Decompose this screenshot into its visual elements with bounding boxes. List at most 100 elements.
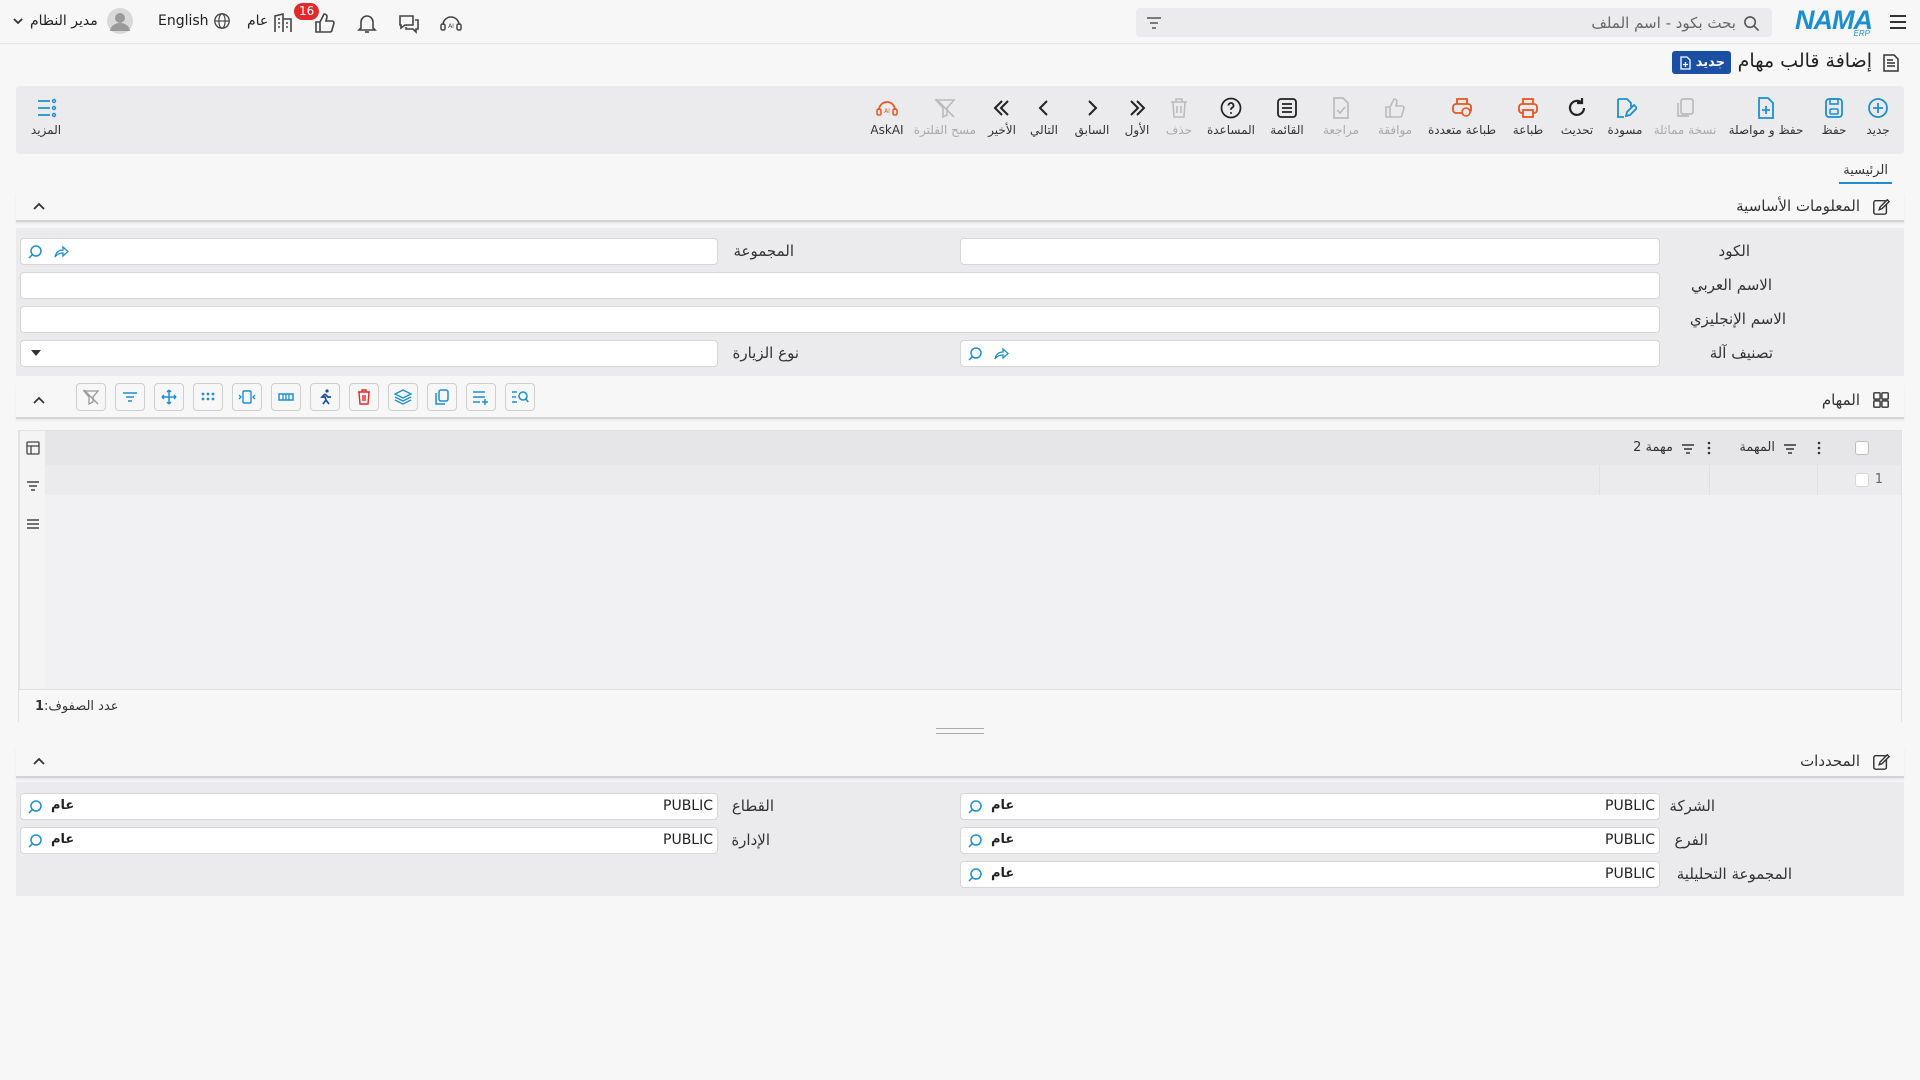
department-input[interactable]: PUBLIC عام (20, 827, 718, 854)
chevron-up-icon[interactable] (32, 394, 46, 408)
lookup-search-icon[interactable] (967, 867, 983, 883)
user-name[interactable]: مدير النظام (30, 13, 98, 29)
department-value: PUBLIC (663, 832, 713, 848)
help-button[interactable]: المساعدة (1202, 96, 1260, 137)
grid-clear-filter-button[interactable] (76, 383, 106, 411)
row-cell-spacer (1817, 465, 1837, 495)
dots-grid-icon (201, 392, 215, 401)
lookup-search-icon[interactable] (967, 346, 983, 362)
draft-button[interactable]: مسودة (1602, 96, 1648, 137)
row-cell-task-2[interactable] (1599, 465, 1709, 495)
open-link-icon[interactable] (993, 346, 1009, 362)
review-button[interactable]: مراجعة (1316, 96, 1366, 137)
lookup-search-icon[interactable] (27, 244, 43, 260)
askai-label: AskAI (870, 123, 904, 137)
company-label: الشركة (1669, 797, 1715, 815)
tab-main[interactable]: الرئيسية (1839, 163, 1892, 184)
analytic-group-input[interactable]: PUBLIC عام (960, 861, 1660, 888)
save-button[interactable]: حفظ (1814, 96, 1854, 137)
row-cell-task[interactable] (1709, 465, 1817, 495)
bell-icon[interactable] (355, 11, 379, 35)
chevron-up-icon[interactable] (32, 755, 46, 769)
grid-filter-button[interactable] (115, 383, 145, 411)
globe-icon[interactable] (207, 12, 231, 36)
ai-assistant-icon[interactable]: AI (439, 11, 463, 35)
table-row[interactable]: 1 (45, 465, 1901, 495)
machine-class-input[interactable] (960, 340, 1660, 367)
chevron-down-icon[interactable] (12, 15, 24, 27)
new-button[interactable]: جديد (1856, 96, 1900, 137)
arabic-name-input[interactable] (20, 272, 1660, 299)
askai-button[interactable]: AI AskAI (864, 96, 910, 137)
last-record-button[interactable]: الأخير (982, 96, 1022, 137)
column-menu-icon[interactable] (1707, 441, 1711, 455)
grid-search-button[interactable] (505, 383, 535, 411)
save-continue-button[interactable]: حفظ و مواصلة (1724, 96, 1808, 137)
logo[interactable]: NAMA ERP (1788, 5, 1873, 38)
grid-fit-button[interactable] (232, 383, 262, 411)
print-button[interactable]: طباعة (1506, 96, 1550, 137)
group-input[interactable] (20, 238, 718, 265)
branch-input[interactable]: PUBLIC عام (960, 827, 1660, 854)
basic-info-header[interactable]: المعلومات الأساسية (16, 192, 1904, 222)
dropdown-arrow-icon[interactable] (31, 350, 41, 358)
column-filter-icon[interactable] (1681, 443, 1695, 455)
list-button[interactable]: القائمة (1264, 96, 1310, 137)
duplicate-button[interactable]: نسخة مماثلة (1650, 96, 1720, 137)
grid-copy-button[interactable] (427, 383, 457, 411)
dimensions-header[interactable]: المحددات (16, 746, 1904, 778)
row-checkbox[interactable] (1855, 473, 1869, 487)
list-add-icon (473, 391, 488, 405)
refresh-button[interactable]: تحديث (1554, 96, 1600, 137)
next-record-button[interactable]: التالي (1024, 96, 1064, 137)
grid-dots-button[interactable] (193, 383, 223, 411)
lookup-search-icon[interactable] (27, 833, 43, 849)
column-header-task-2[interactable]: مهمة 2 (1633, 440, 1673, 455)
clear-filter-button[interactable]: مسح الفلترة (914, 96, 976, 137)
open-link-icon[interactable] (53, 244, 69, 260)
approve-button[interactable]: موافقة (1370, 96, 1420, 137)
company-name[interactable]: عام (247, 13, 268, 29)
previous-record-button[interactable]: السابق (1070, 96, 1114, 137)
chat-icon[interactable] (397, 11, 421, 35)
menu-icon[interactable] (1888, 12, 1908, 32)
chevron-up-icon[interactable] (32, 200, 46, 214)
resize-handle[interactable] (936, 728, 984, 734)
grid-layers-button[interactable] (388, 383, 418, 411)
avatar[interactable] (107, 8, 133, 34)
search-icon[interactable] (1743, 15, 1760, 32)
code-input[interactable] (960, 238, 1660, 265)
columns-icon[interactable] (26, 441, 40, 455)
grid-run-button[interactable] (310, 383, 340, 411)
grid-add-row-button[interactable] (466, 383, 496, 411)
grid-header: المهمة مهمة 2 (45, 431, 1901, 465)
company-input[interactable]: PUBLIC عام (960, 793, 1660, 820)
grid-table-button[interactable] (271, 383, 301, 411)
select-all-checkbox[interactable] (1855, 441, 1869, 455)
column-filter-icon[interactable] (1783, 443, 1797, 455)
more-button[interactable]: المزيد (26, 96, 66, 137)
menu-lines-icon[interactable] (26, 518, 40, 530)
more-list-icon (38, 98, 57, 118)
lookup-search-icon[interactable] (967, 833, 983, 849)
language-switch[interactable]: English (158, 13, 209, 29)
branch-value-name: عام (991, 832, 1015, 847)
company-icon[interactable] (271, 11, 295, 35)
lookup-search-icon[interactable] (967, 799, 983, 815)
english-name-input[interactable] (20, 306, 1660, 333)
sector-input[interactable]: PUBLIC عام (20, 793, 718, 820)
grid-move-button[interactable] (154, 383, 184, 411)
multi-print-button[interactable]: طباعة متعددة (1424, 96, 1500, 137)
filter-lines-icon[interactable] (26, 480, 40, 492)
first-record-button[interactable]: الأول (1118, 96, 1156, 137)
grid-delete-button[interactable] (349, 383, 379, 411)
logo-subtext: ERP (1853, 29, 1870, 38)
filter-lines-icon (123, 392, 137, 402)
delete-button[interactable]: حذف (1160, 96, 1198, 137)
filter-icon[interactable] (1146, 15, 1162, 31)
column-menu-icon[interactable] (1817, 441, 1821, 455)
visit-type-select[interactable] (20, 340, 718, 367)
lookup-search-icon[interactable] (27, 799, 43, 815)
column-header-task[interactable]: المهمة (1739, 440, 1775, 455)
search-input[interactable] (1216, 12, 1736, 33)
